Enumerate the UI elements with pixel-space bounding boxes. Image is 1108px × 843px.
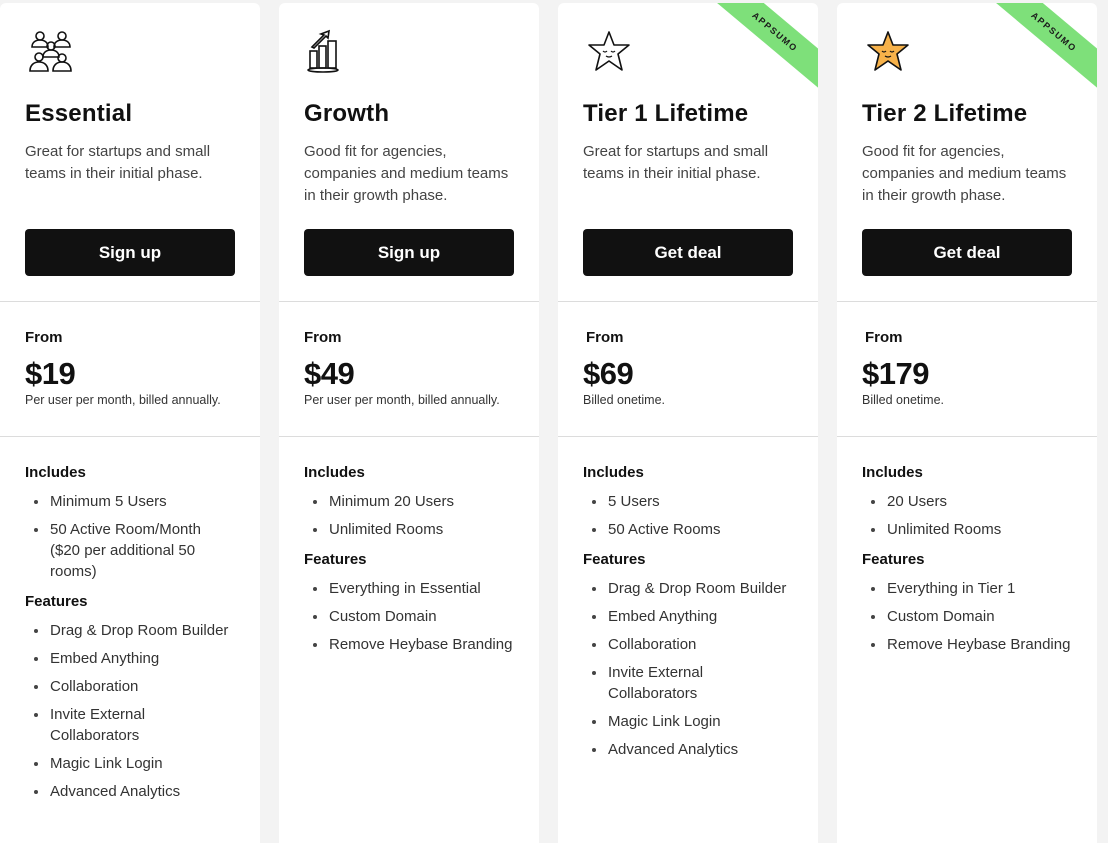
- features-list: Everything in Essential Custom Domain Re…: [304, 578, 514, 655]
- plan-card-tier-2-lifetime: APPSUMO Tier 2 Lifetime Good fit for age…: [837, 3, 1097, 843]
- includes-list: Minimum 20 Users Unlimited Rooms: [304, 491, 514, 540]
- star-filled-icon: [862, 27, 914, 79]
- features-heading: Features: [25, 593, 88, 610]
- list-item: Unlimited Rooms: [871, 519, 1072, 540]
- list-item: Remove Heybase Branding: [313, 636, 513, 653]
- price-prefix: From: [865, 329, 903, 346]
- list-item: Everything in Essential: [313, 578, 514, 599]
- list-item: 20 Users: [871, 491, 1072, 512]
- price-block: From $49 Per user per month, billed annu…: [279, 302, 539, 436]
- price: $179: [862, 356, 929, 391]
- price-prefix: From: [25, 329, 63, 346]
- plan-description: Good fit for agencies, companies and med…: [862, 143, 1067, 204]
- features-heading: Features: [862, 551, 925, 568]
- plan-card-growth: Growth Good fit for agencies, companies …: [279, 3, 539, 843]
- sign-up-button[interactable]: Sign up: [25, 229, 235, 276]
- list-item: Everything in Tier 1: [871, 578, 1072, 599]
- list-item: Magic Link Login: [34, 753, 235, 774]
- price-block: From $69 Billed onetime.: [558, 302, 818, 436]
- plan-card-essential: Essential Great for startups and small t…: [0, 3, 260, 843]
- list-item: Advanced Analytics: [592, 739, 793, 760]
- plan-description: Great for startups and small teams in th…: [25, 143, 211, 182]
- plan-description: Great for startups and small teams in th…: [583, 143, 769, 182]
- list-item: Embed Anything: [592, 606, 793, 627]
- billing-note: Billed onetime.: [583, 393, 665, 407]
- list-item: 5 Users: [592, 491, 793, 512]
- billing-note: Per user per month, billed annually.: [25, 393, 221, 407]
- team-people-icon: [25, 27, 77, 79]
- list-item: Embed Anything: [34, 648, 235, 669]
- get-deal-button[interactable]: Get deal: [862, 229, 1072, 276]
- list-item: Drag & Drop Room Builder: [34, 620, 235, 641]
- pricing-grid: Essential Great for startups and small t…: [0, 3, 1097, 843]
- list-item: Drag & Drop Room Builder: [592, 578, 793, 599]
- get-deal-button[interactable]: Get deal: [583, 229, 793, 276]
- sign-up-button[interactable]: Sign up: [304, 229, 514, 276]
- billing-note: Per user per month, billed annually.: [304, 393, 500, 407]
- list-item: Custom Domain: [871, 606, 1072, 627]
- plan-card-tier-1-lifetime: APPSUMO Tier 1 Lifetime Great for startu…: [558, 3, 818, 843]
- price-prefix: From: [304, 329, 342, 346]
- plan-title: Growth: [304, 100, 390, 127]
- list-item: Minimum 5 Users: [34, 491, 235, 512]
- plan-title: Essential: [25, 100, 133, 127]
- price-block: From $19 Per user per month, billed annu…: [0, 302, 260, 436]
- features-list: Drag & Drop Room Builder Embed Anything …: [25, 620, 235, 802]
- includes-list: Minimum 5 Users 50 Active Room/Month ($2…: [25, 491, 235, 582]
- plan-title: Tier 1 Lifetime: [583, 100, 749, 127]
- price: $49: [304, 356, 355, 391]
- price-prefix: From: [586, 329, 624, 346]
- list-item: Custom Domain: [313, 606, 514, 627]
- list-item: 50 Active Rooms: [592, 519, 793, 540]
- list-item: Advanced Analytics: [34, 781, 235, 802]
- includes-list: 20 Users Unlimited Rooms: [862, 491, 1072, 540]
- list-item: 50 Active Room/Month ($20 per additional…: [34, 519, 235, 582]
- star-outline-icon: [583, 27, 635, 79]
- list-item: Invite External Collaborators: [34, 704, 160, 746]
- list-item: Magic Link Login: [592, 711, 793, 732]
- includes-heading: Includes: [304, 464, 365, 481]
- growth-chart-icon: [304, 27, 356, 79]
- billing-note: Billed onetime.: [862, 393, 944, 407]
- price: $19: [25, 356, 76, 391]
- features-heading: Features: [304, 551, 367, 568]
- list-item: Collaboration: [592, 634, 793, 655]
- features-list: Everything in Tier 1 Custom Domain Remov…: [862, 578, 1072, 655]
- list-item: Collaboration: [34, 676, 235, 697]
- plan-title: Tier 2 Lifetime: [862, 100, 1028, 127]
- features-list: Drag & Drop Room Builder Embed Anything …: [583, 578, 793, 760]
- includes-heading: Includes: [862, 464, 923, 481]
- features-heading: Features: [583, 551, 646, 568]
- list-item: Remove Heybase Branding: [871, 636, 1071, 653]
- price-block: From $179 Billed onetime.: [837, 302, 1097, 436]
- includes-list: 5 Users 50 Active Rooms: [583, 491, 793, 540]
- price: $69: [583, 356, 634, 391]
- list-item: Unlimited Rooms: [313, 519, 514, 540]
- plan-description: Good fit for agencies, companies and med…: [304, 143, 509, 204]
- list-item: Minimum 20 Users: [313, 491, 514, 512]
- list-item: Invite External Collaborators: [592, 662, 718, 704]
- includes-heading: Includes: [25, 464, 86, 481]
- includes-heading: Includes: [583, 464, 644, 481]
